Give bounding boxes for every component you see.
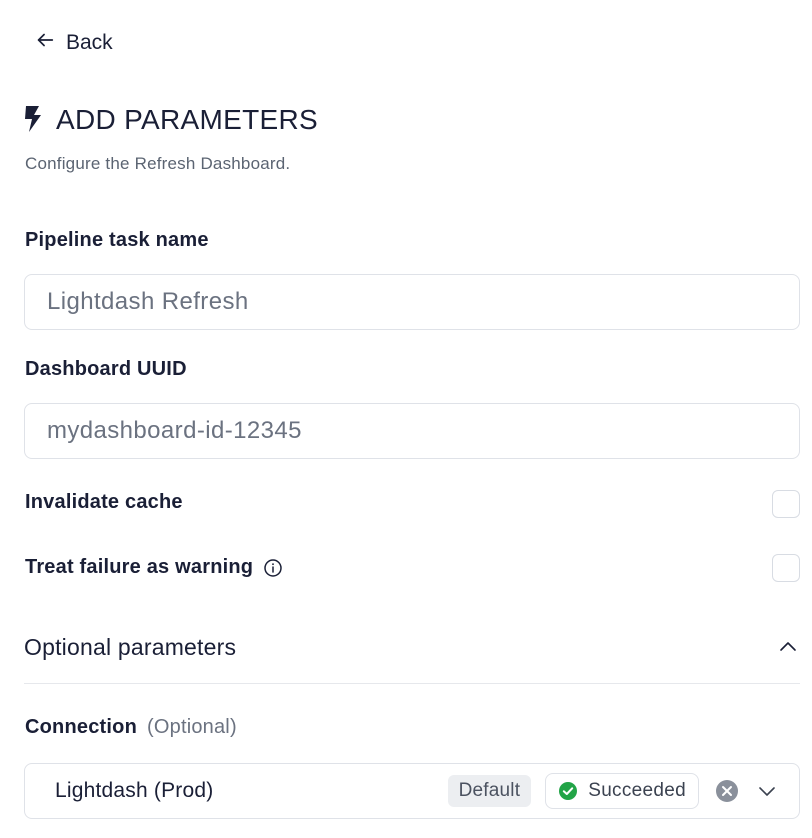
- chevron-down-icon[interactable]: [757, 781, 777, 801]
- status-badge: Succeeded: [545, 773, 699, 809]
- treat-failure-row: Treat failure as warning: [25, 556, 283, 579]
- connection-select[interactable]: Lightdash (Prod) Default Succeeded: [24, 763, 800, 819]
- section-divider: [24, 683, 800, 684]
- chevron-up-icon: [778, 637, 798, 657]
- lightning-bolt-icon: [22, 103, 46, 138]
- check-circle-icon: [558, 781, 578, 801]
- arrow-left-icon: [34, 29, 56, 57]
- invalidate-cache-label: Invalidate cache: [25, 491, 183, 513]
- task-name-input[interactable]: [24, 274, 800, 330]
- connection-label-row: Connection (Optional): [25, 716, 237, 739]
- treat-failure-checkbox[interactable]: [772, 554, 800, 582]
- info-circle-icon[interactable]: [263, 558, 283, 578]
- status-text: Succeeded: [588, 780, 686, 801]
- dashboard-uuid-label: Dashboard UUID: [25, 358, 187, 380]
- default-badge: Default: [447, 775, 532, 807]
- task-name-label: Pipeline task name: [25, 229, 209, 251]
- page-header: ADD PARAMETERS: [22, 100, 318, 140]
- optional-tag: (Optional): [147, 716, 237, 738]
- treat-failure-label: Treat failure as warning: [25, 556, 254, 578]
- optional-parameters-toggle[interactable]: Optional parameters: [24, 624, 800, 670]
- invalidate-cache-checkbox[interactable]: [772, 490, 800, 518]
- connection-selected-value: Lightdash (Prod): [55, 779, 214, 802]
- page-title: ADD PARAMETERS: [56, 104, 318, 135]
- section-title: Optional parameters: [24, 633, 237, 660]
- connection-label: Connection: [25, 716, 137, 738]
- back-link[interactable]: Back: [34, 26, 113, 60]
- clear-circle-icon[interactable]: [715, 779, 757, 803]
- dashboard-uuid-input[interactable]: [24, 403, 800, 459]
- page-subtitle: Configure the Refresh Dashboard.: [25, 154, 291, 173]
- back-label: Back: [66, 31, 113, 54]
